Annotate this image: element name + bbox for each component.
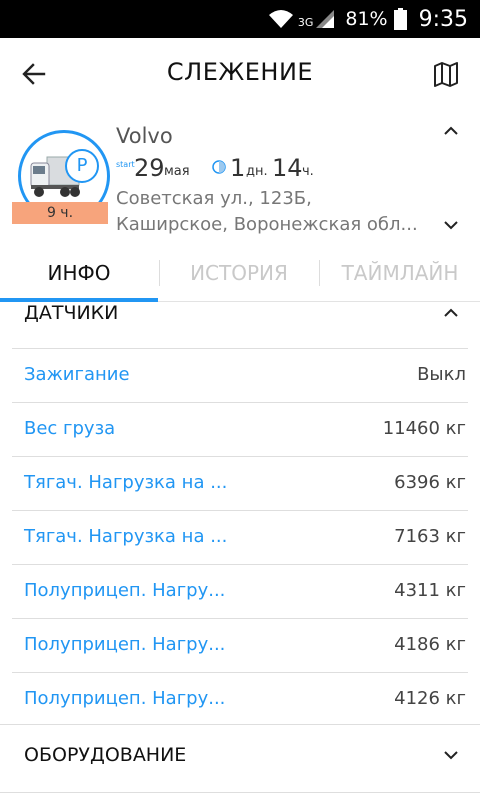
sensor-list: Зажигание Выкл Вес груза 11460 кг Тягач.… [12, 348, 468, 726]
start-month: мая [164, 164, 190, 179]
sensor-value: Выкл [417, 364, 466, 385]
map-icon[interactable] [432, 60, 460, 88]
chevron-up-icon[interactable] [440, 302, 462, 324]
sensors-section-title: ДАТЧИКИ [24, 302, 119, 324]
start-day: 29 [134, 154, 165, 182]
sensor-row[interactable]: Полуприцеп. Нагру... 4186 кг [12, 618, 468, 672]
wifi-icon [268, 10, 293, 28]
tab-timeline[interactable]: ТАЙМЛАЙН [320, 244, 480, 302]
duration-clock-icon [212, 160, 226, 174]
address-line-2: Каширское, Воронежская обл... [116, 214, 418, 235]
sensor-label: Вес груза [24, 418, 116, 439]
sensor-row[interactable]: Полуприцеп. Нагру... 4126 кг [12, 672, 468, 726]
duration-days-unit: дн. [246, 164, 268, 179]
tab-info[interactable]: ИНФО [0, 244, 158, 302]
sensor-row[interactable]: Полуприцеп. Нагру... 4311 кг [12, 564, 468, 618]
address-line-1: Советская ул., 123Б, [116, 188, 312, 209]
chevron-down-icon[interactable] [440, 744, 462, 766]
battery-percent: 81% [345, 8, 388, 30]
sensor-row[interactable]: Тягач. Нагрузка на ... 7163 кг [12, 510, 468, 564]
collapse-card-chevron-up-icon[interactable] [440, 120, 462, 142]
sensor-row[interactable]: Тягач. Нагрузка на ... 6396 кг [12, 456, 468, 510]
stop-duration-badge: 9 ч. [12, 202, 108, 224]
network-type: 3G [297, 15, 314, 29]
expand-address-chevron-down-icon[interactable] [440, 214, 462, 236]
duration-hours: 14 [272, 154, 303, 182]
sensor-value: 6396 кг [394, 472, 466, 493]
vehicle-name: Volvo [116, 124, 173, 148]
sensor-value: 4311 кг [394, 580, 466, 601]
battery-icon [393, 8, 407, 30]
equipment-section-title: ОБОРУДОВАНИЕ [24, 744, 187, 766]
parking-icon: P [65, 149, 99, 183]
signal-icon [316, 10, 335, 28]
tab-history[interactable]: ИСТОРИЯ [160, 244, 318, 302]
status-bar: 3G 81% 9:35 [0, 0, 480, 38]
duration-hours-unit: ч. [302, 164, 314, 179]
vehicle-card[interactable]: P 9 ч. Volvo start 29 мая 1 дн. 14 ч. Со… [0, 110, 480, 244]
clock-time: 9:35 [418, 6, 468, 32]
sensor-row[interactable]: Зажигание Выкл [12, 348, 468, 402]
sensor-label: Зажигание [24, 364, 130, 385]
equipment-section-header[interactable]: ОБОРУДОВАНИЕ [0, 744, 480, 788]
start-label: start [116, 160, 135, 169]
sensors-section-header[interactable]: ДАТЧИКИ [0, 302, 480, 346]
sensor-label: Полуприцеп. Нагру... [24, 634, 226, 655]
sensor-value: 4186 кг [394, 634, 466, 655]
tab-bar: ИНФО ИСТОРИЯ ТАЙМЛАЙН [0, 244, 480, 302]
sensor-value: 4126 кг [394, 688, 466, 709]
sensor-row[interactable]: Вес груза 11460 кг [12, 402, 468, 456]
sensor-label: Полуприцеп. Нагру... [24, 580, 226, 601]
sensor-value: 11460 кг [382, 418, 466, 439]
app-bar: СЛЕЖЕНИЕ [0, 38, 480, 110]
page-title: СЛЕЖЕНИЕ [166, 58, 314, 86]
section-divider [0, 724, 480, 725]
sensor-label: Тягач. Нагрузка на ... [24, 472, 228, 493]
duration-days: 1 [230, 154, 246, 182]
section-divider [0, 792, 480, 793]
sensor-value: 7163 кг [394, 526, 466, 547]
sensor-label: Тягач. Нагрузка на ... [24, 526, 228, 547]
sensor-label: Полуприцеп. Нагру... [24, 688, 226, 709]
